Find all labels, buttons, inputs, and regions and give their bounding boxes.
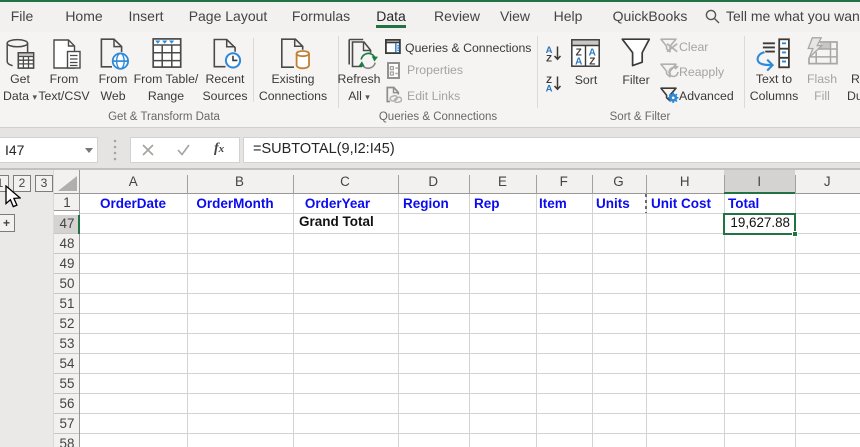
svg-text:Z: Z (546, 54, 552, 63)
svg-text:Z: Z (589, 57, 595, 68)
svg-text:A: A (575, 57, 582, 68)
svg-text:A: A (546, 84, 553, 93)
